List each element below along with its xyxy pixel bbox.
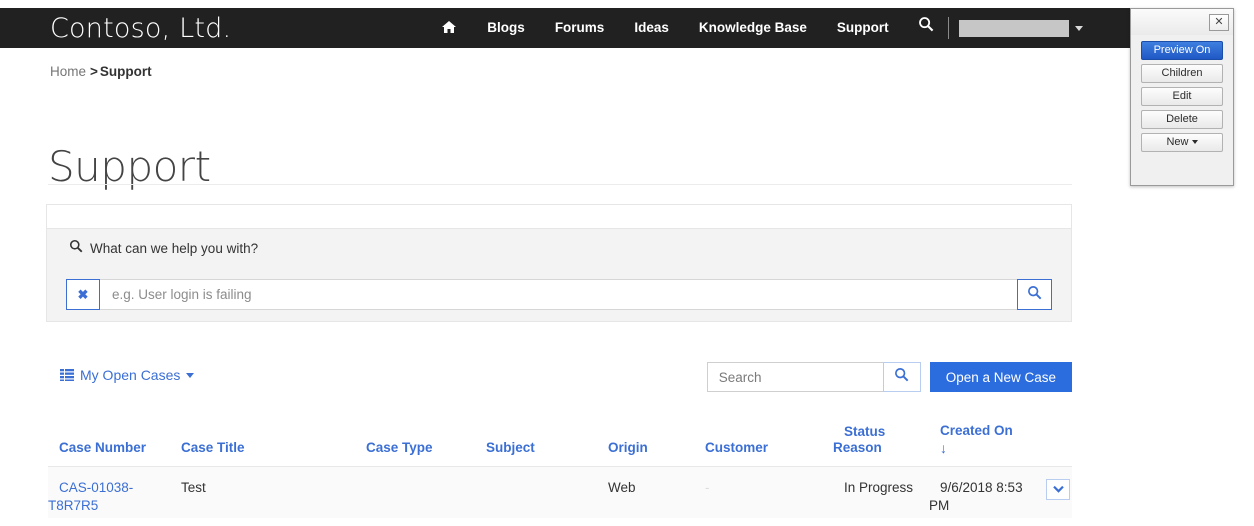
top-navigation-bar: Contoso, Ltd. Blogs Forums Ideas Knowled… xyxy=(0,8,1204,48)
list-icon xyxy=(60,369,74,381)
nav-search-button[interactable] xyxy=(904,8,946,48)
cell-case-type xyxy=(355,466,475,518)
new-button[interactable]: New xyxy=(1141,133,1223,152)
breadcrumb-item-support: Support xyxy=(99,64,152,79)
row-actions-menu-button[interactable] xyxy=(1046,478,1070,500)
children-button[interactable]: Children xyxy=(1141,64,1223,83)
column-header-actions xyxy=(1037,414,1072,467)
knowledge-search-input-group: ✖ xyxy=(66,279,1052,310)
case-number-link[interactable]: CAS-01038-T8R7R5 xyxy=(48,480,133,513)
knowledge-search-heading: What can we help you with? xyxy=(90,241,259,256)
home-icon xyxy=(441,10,457,33)
search-icon xyxy=(69,239,83,258)
nav-item-support[interactable]: Support xyxy=(822,8,904,48)
clear-search-button[interactable]: ✖ xyxy=(66,279,100,310)
delete-button[interactable]: Delete xyxy=(1141,110,1223,129)
search-icon xyxy=(894,367,909,387)
search-icon xyxy=(1027,285,1042,305)
cell-subject xyxy=(475,466,597,518)
open-new-case-button[interactable]: Open a New Case xyxy=(929,362,1072,392)
cases-toolbar: My Open Cases Open a New Case xyxy=(48,362,1072,396)
nav-item-forums[interactable]: Forums xyxy=(540,8,620,48)
cell-case-number: CAS-01038-T8R7R5 xyxy=(48,466,170,518)
page-title: Support xyxy=(48,142,211,192)
column-header-origin[interactable]: Origin xyxy=(597,414,694,467)
column-header-subject[interactable]: Subject xyxy=(475,414,597,467)
case-view-selector[interactable]: My Open Cases xyxy=(60,367,195,383)
knowledge-search-body: ✖ xyxy=(47,268,1071,321)
breadcrumb: Home > Support xyxy=(50,64,152,79)
sort-descending-icon: ↓ xyxy=(940,439,947,456)
cell-row-actions xyxy=(1037,466,1072,518)
column-header-case-type[interactable]: Case Type xyxy=(355,414,475,467)
cell-customer: - xyxy=(694,466,833,518)
caret-down-icon xyxy=(186,372,195,378)
nav-item-knowledge-base[interactable]: Knowledge Base xyxy=(684,8,822,48)
caret-down-icon xyxy=(1191,140,1198,145)
column-header-case-number[interactable]: Case Number xyxy=(48,414,170,467)
case-view-label: My Open Cases xyxy=(80,367,181,383)
breadcrumb-item-home[interactable]: Home xyxy=(50,64,86,79)
nav-item-home[interactable] xyxy=(426,8,472,48)
cases-search-input[interactable] xyxy=(706,362,883,392)
primary-nav: Blogs Forums Ideas Knowledge Base Suppor… xyxy=(426,8,1083,48)
cases-toolbar-actions: Open a New Case xyxy=(706,362,1072,392)
edit-toolbar-header: ✕ xyxy=(1131,9,1233,35)
column-header-case-title[interactable]: Case Title xyxy=(170,414,355,467)
nav-item-ideas[interactable]: Ideas xyxy=(619,8,684,48)
panel-top-strip xyxy=(47,204,1071,228)
knowledge-search-input[interactable] xyxy=(100,279,1017,310)
close-icon[interactable]: ✕ xyxy=(1209,13,1229,31)
nav-divider xyxy=(947,17,949,39)
user-name-redacted xyxy=(958,19,1069,37)
user-menu[interactable] xyxy=(958,19,1083,37)
page-edit-toolbar: ✕ Preview On Children Edit Delete New xyxy=(1130,8,1234,186)
title-divider xyxy=(48,184,1072,185)
table-row[interactable]: CAS-01038-T8R7R5 Test Web - In Progress … xyxy=(48,466,1072,518)
cases-search-button[interactable] xyxy=(882,362,921,392)
knowledge-search-header: What can we help you with? xyxy=(47,228,1071,268)
table-header-row: Case Number Case Title Case Type Subject… xyxy=(48,414,1072,467)
preview-on-button[interactable]: Preview On xyxy=(1141,41,1223,60)
chevron-down-icon xyxy=(1052,480,1064,498)
breadcrumb-separator: > xyxy=(90,64,98,79)
cell-created-on: 9/6/2018 8:53 PM xyxy=(929,466,1037,518)
new-button-label: New xyxy=(1166,136,1189,148)
cell-status-reason: In Progress xyxy=(833,466,929,518)
cell-origin: Web xyxy=(597,466,694,518)
cases-table: Case Number Case Title Case Type Subject… xyxy=(48,414,1072,518)
chevron-down-icon xyxy=(1074,25,1083,31)
knowledge-search-submit-button[interactable] xyxy=(1017,279,1052,310)
column-header-created-on[interactable]: Created On ↓ xyxy=(929,414,1037,467)
brand-logo[interactable]: Contoso, Ltd. xyxy=(50,15,231,42)
knowledge-search-panel: What can we help you with? ✖ xyxy=(46,204,1072,322)
nav-item-blogs[interactable]: Blogs xyxy=(472,8,540,48)
cell-case-title: Test xyxy=(170,466,355,518)
search-icon xyxy=(918,8,934,48)
column-header-customer[interactable]: Customer xyxy=(694,414,833,467)
column-header-status-reason[interactable]: Status Reason xyxy=(833,414,929,467)
edit-button[interactable]: Edit xyxy=(1141,87,1223,106)
